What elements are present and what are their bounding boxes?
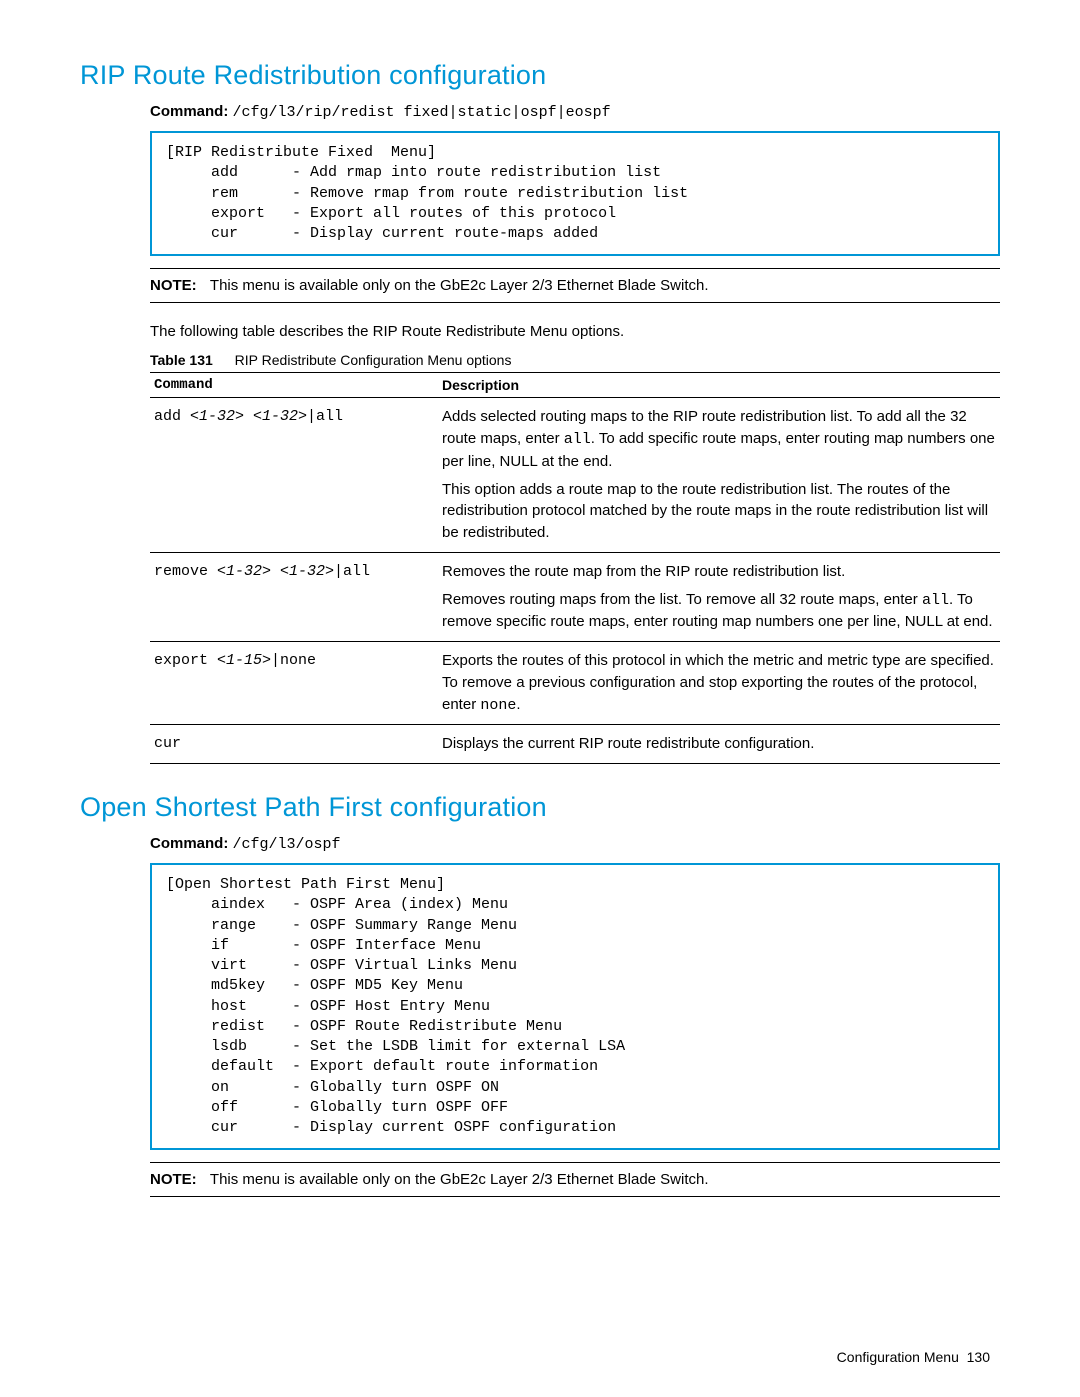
command-line-ospf: Command: /cfg/l3/ospf xyxy=(150,835,1000,853)
table-title: RIP Redistribute Configuration Menu opti… xyxy=(235,352,512,368)
page-footer: Configuration Menu 130 xyxy=(837,1349,990,1365)
cell-description: Exports the routes of this protocol in w… xyxy=(438,642,1000,725)
cell-command: export <1-15>|none xyxy=(150,642,438,725)
table-row: add <1-32> <1-32>|all Adds selected rout… xyxy=(150,398,1000,553)
menu-box-ospf: [Open Shortest Path First Menu] aindex -… xyxy=(150,863,1000,1150)
table-row: export <1-15>|none Exports the routes of… xyxy=(150,642,1000,725)
table-label: Table 131 xyxy=(150,352,213,368)
cell-command: cur xyxy=(150,725,438,764)
cell-description: Displays the current RIP route redistrib… xyxy=(438,725,1000,764)
cell-description: Adds selected routing maps to the RIP ro… xyxy=(438,398,1000,553)
th-command: Command xyxy=(150,373,438,398)
config-table: Command Description add <1-32> <1-32>|al… xyxy=(150,372,1000,764)
command-path: /cfg/l3/rip/redist fixed|static|ospf|eos… xyxy=(233,104,611,121)
heading-ospf: Open Shortest Path First configuration xyxy=(80,792,1000,823)
footer-section: Configuration Menu xyxy=(837,1349,959,1365)
menu-box-rip: [RIP Redistribute Fixed Menu] add - Add … xyxy=(150,131,1000,256)
command-label: Command: xyxy=(150,103,228,120)
page: RIP Route Redistribution configuration C… xyxy=(0,0,1080,1397)
command-label: Command: xyxy=(150,835,228,852)
table-row: remove <1-32> <1-32>|all Removes the rou… xyxy=(150,552,1000,641)
footer-page: 130 xyxy=(967,1349,990,1365)
note-text: This menu is available only on the GbE2c… xyxy=(210,1171,709,1188)
th-description: Description xyxy=(438,373,1000,398)
command-path: /cfg/l3/ospf xyxy=(233,836,341,853)
cell-command: remove <1-32> <1-32>|all xyxy=(150,552,438,641)
command-line-rip: Command: /cfg/l3/rip/redist fixed|static… xyxy=(150,103,1000,121)
table-caption: Table 131 RIP Redistribute Configuration… xyxy=(150,352,1000,368)
note-block-ospf: NOTE: This menu is available only on the… xyxy=(150,1162,1000,1197)
cell-command: add <1-32> <1-32>|all xyxy=(150,398,438,553)
heading-rip: RIP Route Redistribution configuration xyxy=(80,60,1000,91)
note-label: NOTE: xyxy=(150,1169,206,1190)
note-label: NOTE: xyxy=(150,275,206,296)
note-text: This menu is available only on the GbE2c… xyxy=(210,277,709,294)
cell-description: Removes the route map from the RIP route… xyxy=(438,552,1000,641)
note-block-rip: NOTE: This menu is available only on the… xyxy=(150,268,1000,303)
table-row: cur Displays the current RIP route redis… xyxy=(150,725,1000,764)
intro-paragraph: The following table describes the RIP Ro… xyxy=(150,321,1000,342)
